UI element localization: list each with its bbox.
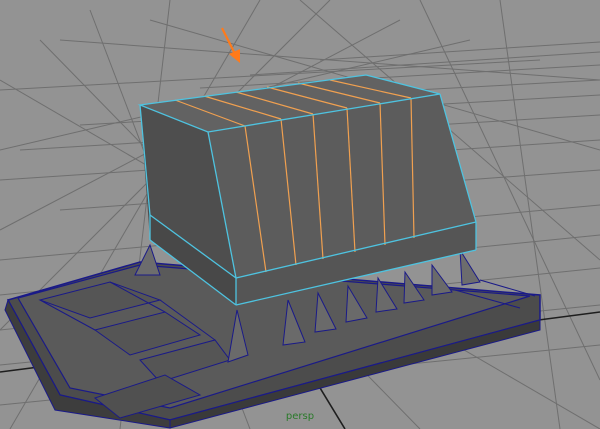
viewport-scene[interactable] <box>0 0 600 429</box>
maya-persp-viewport[interactable]: persp <box>0 0 600 429</box>
camera-label: persp <box>285 411 315 422</box>
